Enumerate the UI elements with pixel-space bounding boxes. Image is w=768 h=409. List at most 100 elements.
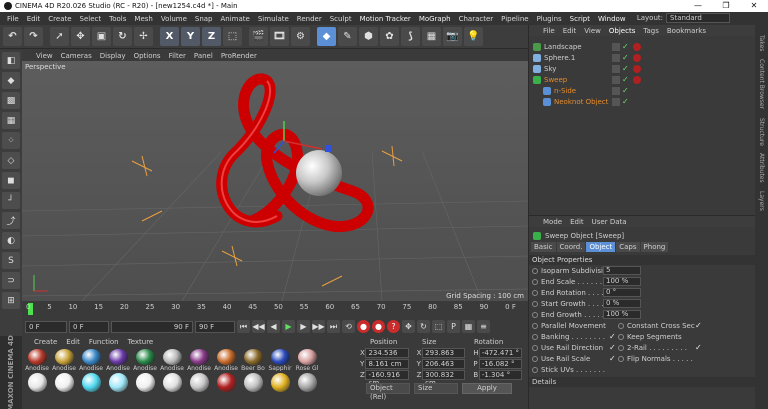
floor-icon[interactable]: ▦ [422, 27, 441, 46]
material-swatch[interactable] [25, 373, 49, 395]
go-to-end-icon[interactable]: ⏭ [327, 320, 340, 333]
attribute-value-field[interactable]: 0 % [603, 299, 641, 308]
autokey-icon[interactable]: ● [372, 320, 385, 333]
enabled-check-icon[interactable]: ✓ [622, 42, 629, 51]
viewport-menu-panel[interactable]: Panel [194, 52, 213, 60]
material-swatch[interactable]: Anodise [52, 349, 76, 371]
rotation-p-field[interactable]: -16.082 ° [478, 358, 523, 369]
material-swatch[interactable]: Anodise [79, 349, 103, 371]
menu-select[interactable]: Select [76, 15, 106, 23]
menu-tools[interactable]: Tools [105, 15, 130, 23]
object-row[interactable]: n-Side ✓ [529, 85, 755, 96]
checkbox-option[interactable]: Flip Normals . . . . . [618, 355, 704, 363]
point-level-icon[interactable]: ▦ [462, 320, 475, 333]
rotate-tool-icon[interactable]: ↻ [113, 27, 132, 46]
attribute-value-field[interactable]: 100 % [603, 277, 641, 286]
maximize-button[interactable]: ❐ [712, 0, 740, 12]
menu-window[interactable]: Window [594, 15, 630, 23]
checkbox-option[interactable]: Keep Segments [618, 333, 704, 341]
checkbox-option[interactable]: Parallel Movement [532, 322, 618, 330]
menu-volume[interactable]: Volume [157, 15, 191, 23]
side-tab-layers[interactable]: Layers [758, 191, 765, 211]
animate-dot-icon[interactable] [532, 322, 538, 329]
checkbox-option[interactable]: Use Rail Direction ✓ [532, 343, 618, 352]
visibility-toggle[interactable] [612, 53, 620, 62]
rotation-h-field[interactable]: -472.471 ° [478, 347, 523, 358]
material-swatch[interactable]: Anodise [214, 349, 238, 371]
object-name[interactable]: Neoknot Object [554, 98, 612, 106]
attribute-value-field[interactable]: 0 ° [603, 288, 641, 297]
position-z-field[interactable]: -160.916 cm [365, 369, 409, 387]
light-icon[interactable]: 💡 [464, 27, 483, 46]
object-row[interactable]: Landscape ✓ [529, 41, 755, 52]
animate-dot-icon[interactable] [532, 300, 538, 307]
material-tag-icon[interactable] [632, 53, 641, 62]
menu-file[interactable]: File [3, 15, 23, 23]
minimize-button[interactable]: — [684, 0, 712, 12]
selection-arrow-icon[interactable]: ➚ [50, 27, 69, 46]
obj-menu-bookmarks[interactable]: Bookmarks [667, 27, 706, 35]
record-icon[interactable]: ● [357, 320, 370, 333]
end-frame-field[interactable]: 90 F [195, 320, 235, 333]
polygons-mode-icon[interactable]: ◼ [2, 172, 20, 189]
menu-create[interactable]: Create [44, 15, 75, 23]
rotation-b-field[interactable]: -1.304 ° [478, 369, 523, 380]
scale-key-icon[interactable]: ⬚ [432, 320, 445, 333]
animate-dot-icon[interactable] [532, 278, 538, 285]
viewport-menu-filter[interactable]: Filter [169, 52, 186, 60]
material-swatch[interactable]: Anodise [160, 349, 184, 371]
axis-mode-icon[interactable]: ┘ [2, 192, 20, 209]
coordinate-mode-dropdown[interactable]: Object (Rel) [366, 383, 410, 401]
move-tool-icon[interactable]: ✥ [71, 27, 90, 46]
snap-icon[interactable]: S [2, 252, 20, 269]
visibility-toggle[interactable] [612, 86, 620, 95]
side-tab-takes[interactable]: Takes [758, 35, 765, 51]
material-swatch[interactable] [106, 373, 130, 395]
previous-key-icon[interactable]: ◀◀ [252, 320, 265, 333]
menu-animate[interactable]: Animate [217, 15, 254, 23]
render-picture-viewer-icon[interactable]: 🎞 [270, 27, 289, 46]
render-settings-icon[interactable]: ⚙ [291, 27, 310, 46]
material-swatch[interactable] [295, 373, 319, 395]
visibility-toggle[interactable] [612, 64, 620, 73]
mat-menu-texture[interactable]: Texture [128, 338, 154, 346]
obj-menu-objects[interactable]: Objects [609, 27, 635, 35]
viewport-menu-prorender[interactable]: ProRender [221, 52, 257, 60]
animate-dot-icon[interactable] [532, 355, 538, 362]
soft-selection-icon[interactable]: ◐ [2, 232, 20, 249]
menu-simulate[interactable]: Simulate [254, 15, 293, 23]
menu-motion-tracker[interactable]: Motion Tracker [356, 15, 415, 23]
checkbox[interactable]: ✓ [695, 321, 702, 330]
object-name[interactable]: Sphere.1 [544, 54, 612, 62]
viewport-menu-options[interactable]: Options [134, 52, 161, 60]
size-z-field[interactable]: 300.832 cm [422, 369, 466, 387]
tab-coord[interactable]: Coord. [556, 242, 586, 252]
enabled-check-icon[interactable]: ✓ [622, 86, 629, 95]
material-tag-icon[interactable] [632, 42, 641, 51]
material-swatch[interactable] [241, 373, 265, 395]
animate-dot-icon[interactable] [618, 322, 624, 329]
checkbox-option[interactable]: Stick UVs . . . . . . . [532, 366, 618, 374]
object-name[interactable]: Sweep [544, 76, 612, 84]
go-to-start-icon[interactable]: ⏮ [237, 320, 250, 333]
menu-pipeline[interactable]: Pipeline [497, 15, 532, 23]
material-swatch[interactable] [52, 373, 76, 395]
size-mode-dropdown[interactable]: Size [414, 383, 458, 394]
visibility-toggle[interactable] [612, 42, 620, 51]
checkbox-option[interactable]: 2-Rail . . . . . . . . . ✓ [618, 343, 704, 352]
camera-icon[interactable]: 📷 [443, 27, 462, 46]
deformer-icon[interactable]: ⟆ [401, 27, 420, 46]
size-x-field[interactable]: 293.863 cm [422, 347, 466, 365]
checkbox[interactable]: ✓ [609, 354, 616, 363]
rotate-key-icon[interactable]: ↻ [417, 320, 430, 333]
viewport-menu-display[interactable]: Display [100, 52, 126, 60]
tab-caps[interactable]: Caps [616, 242, 640, 252]
checkbox-option[interactable]: Banking . . . . . . . . ✓ [532, 332, 618, 341]
animate-dot-icon[interactable] [532, 333, 538, 340]
attribute-value-field[interactable]: 5 [603, 266, 641, 275]
enabled-check-icon[interactable]: ✓ [622, 97, 629, 106]
material-swatch[interactable]: Anodise [25, 349, 49, 371]
live-selection-icon[interactable]: ✢ [134, 27, 153, 46]
object-properties-section[interactable]: Object Properties [529, 255, 755, 265]
step-back-icon[interactable]: ◀ [267, 320, 280, 333]
